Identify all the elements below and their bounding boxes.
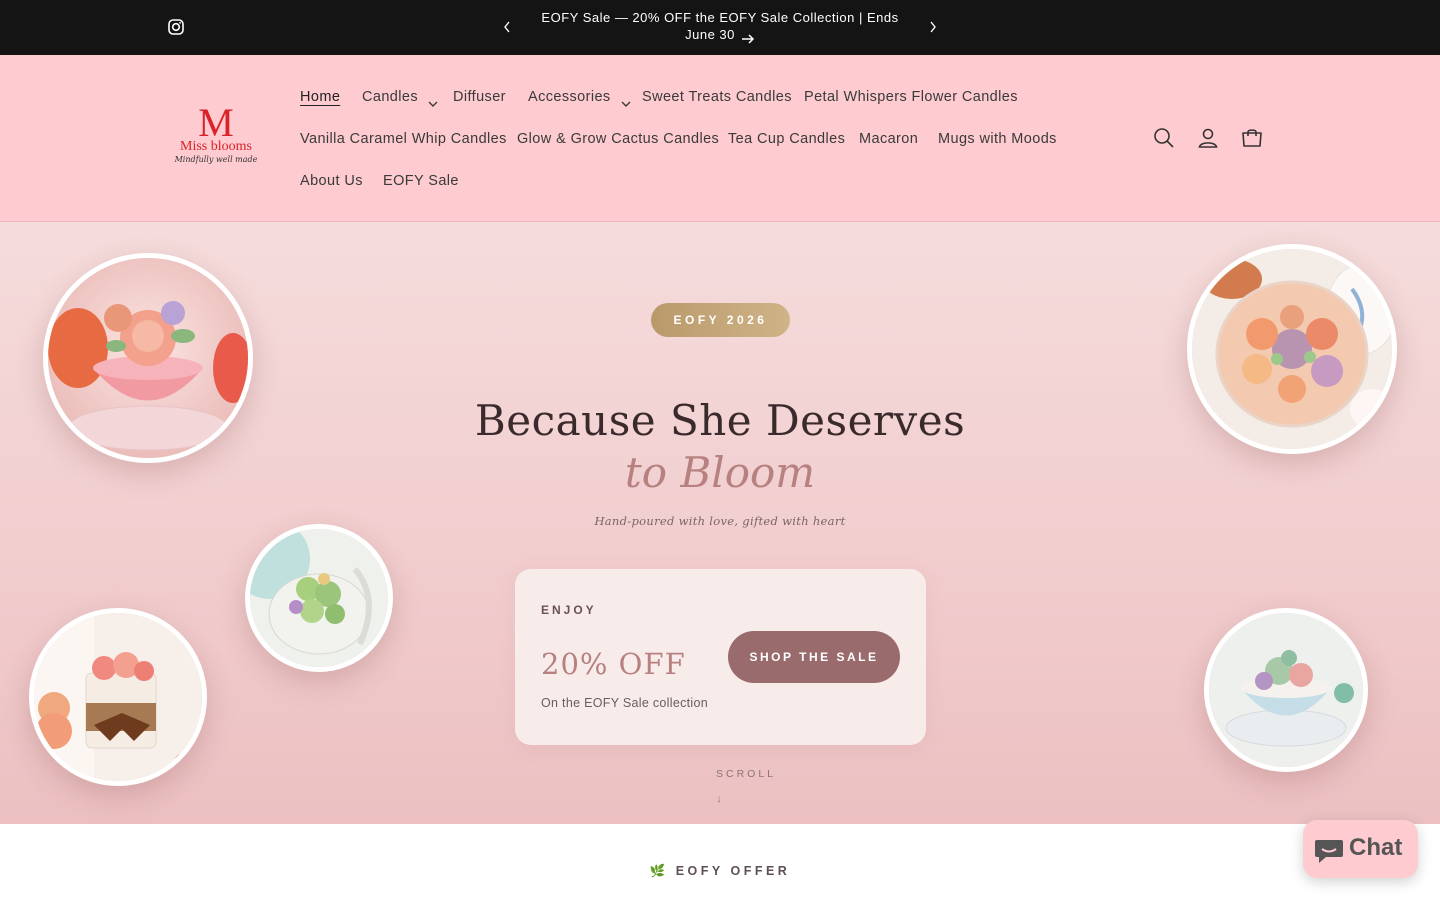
- dessert-cup-candle-image: [29, 608, 207, 786]
- instagram-icon[interactable]: [167, 18, 185, 36]
- nav-item-cactus[interactable]: Glow & Grow Cactus Candles: [517, 130, 719, 148]
- hero-headline-italic: to Bloom: [624, 448, 816, 497]
- succulent-jar-candle-image: [245, 524, 393, 672]
- logo-tagline: Mindfully well made: [174, 155, 258, 164]
- nav-item-label: Candles: [362, 89, 418, 105]
- search-icon[interactable]: [1152, 126, 1176, 150]
- announcement-next-button[interactable]: [923, 17, 943, 37]
- site-header: M Miss blooms Mindfully well made Home C…: [0, 55, 1440, 222]
- flower-cake-candle-image: [1187, 244, 1397, 454]
- hero-headline: Because She Deserves: [474, 396, 966, 445]
- offer-subtext: On the EOFY Sale collection: [541, 696, 708, 710]
- nav-item-home[interactable]: Home: [300, 88, 340, 106]
- offer-amount: 20% OFF: [541, 647, 686, 681]
- logo-mark: M: [198, 100, 234, 145]
- chat-bubble-icon: [1314, 838, 1344, 864]
- eofy-badge: EOFY 2026: [651, 303, 790, 337]
- nav-item-macaron[interactable]: Macaron: [859, 130, 918, 148]
- rose-teacup-candle-image: [43, 253, 253, 463]
- nav-item-mugs[interactable]: Mugs with Moods: [938, 130, 1057, 148]
- offer-eyebrow: ENJOY: [541, 603, 597, 617]
- chat-button[interactable]: Chat: [1303, 820, 1418, 878]
- eofy-offer-heading: 🌿 EOFY OFFER: [649, 864, 791, 878]
- chat-label: Chat: [1349, 834, 1403, 861]
- logo-name: Miss blooms: [180, 139, 252, 154]
- nav-item-label: Accessories: [528, 89, 611, 105]
- scroll-label: SCROLL: [715, 768, 776, 780]
- nav-item-diffuser[interactable]: Diffuser: [453, 88, 506, 106]
- hero-tagline: Hand-poured with love, gifted with heart: [594, 514, 846, 528]
- chevron-down-icon: [621, 94, 631, 108]
- brand-logo[interactable]: M Miss blooms Mindfully well made: [170, 103, 262, 175]
- nav-item-vanilla-caramel[interactable]: Vanilla Caramel Whip Candles: [300, 130, 507, 148]
- nav-item-petal-whispers[interactable]: Petal Whispers Flower Candles: [804, 88, 1018, 106]
- scroll-arrow-icon: ↓: [716, 794, 722, 805]
- nav-item-about[interactable]: About Us: [300, 172, 363, 190]
- cactus-teacup-candle-image: [1204, 608, 1368, 772]
- nav-item-sweet-treats[interactable]: Sweet Treats Candles: [642, 88, 792, 106]
- nav-item-tea-cup[interactable]: Tea Cup Candles: [728, 130, 845, 148]
- account-icon[interactable]: [1196, 126, 1220, 150]
- hero-section: EOFY 2026 Because She Deserves to Bloom …: [0, 222, 1440, 824]
- shop-the-sale-button[interactable]: SHOP THE SALE: [728, 631, 900, 683]
- chevron-down-icon: [428, 94, 438, 108]
- announcement-bar: EOFY Sale — 20% OFF the EOFY Sale Collec…: [0, 0, 1440, 55]
- nav-item-eofy-sale[interactable]: EOFY Sale: [383, 172, 459, 190]
- nav-item-accessories[interactable]: Accessories: [528, 88, 631, 108]
- announcement-prev-button[interactable]: [497, 17, 517, 37]
- announcement-message[interactable]: EOFY Sale — 20% OFF the EOFY Sale Collec…: [525, 9, 915, 44]
- offer-card: ENJOY 20% OFF On the EOFY Sale collectio…: [515, 569, 926, 745]
- nav-item-candles[interactable]: Candles: [362, 88, 438, 108]
- arrow-right-icon: [741, 31, 755, 44]
- announcement-text: EOFY Sale — 20% OFF the EOFY Sale Collec…: [541, 10, 899, 42]
- cart-icon[interactable]: [1240, 126, 1264, 150]
